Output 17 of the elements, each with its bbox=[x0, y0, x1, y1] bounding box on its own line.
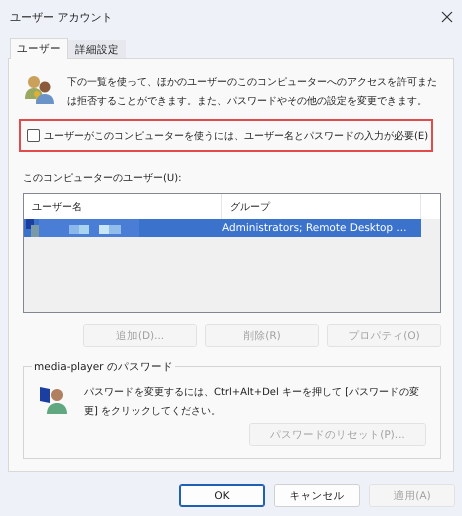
table-row[interactable]: Administrators; Remote Desktop ... bbox=[24, 219, 421, 237]
tab[interactable]: ユーザー bbox=[10, 38, 68, 59]
users-icon bbox=[23, 73, 55, 105]
user-icon bbox=[26, 219, 39, 237]
close-icon bbox=[440, 10, 454, 24]
window-title: ユーザー アカウント bbox=[10, 10, 112, 24]
button[interactable]: OK bbox=[179, 484, 265, 507]
close-button[interactable] bbox=[440, 10, 454, 24]
checkbox-label: ユーザーがこのコンピューターを使うには、ユーザー名とパスワードの入力が必要(E) bbox=[44, 130, 428, 142]
group-title: media-player のパスワード bbox=[32, 360, 175, 374]
button[interactable]: キャンセル bbox=[274, 484, 360, 507]
tab[interactable]: 詳細設定 bbox=[68, 40, 126, 58]
intro-text: 下の一覧を使って、ほかのユーザーのこのコンピューターへのアクセスを許可または拒否することができます。また、パスワードやその他の設定を変更できます。 bbox=[67, 76, 438, 109]
list-label: このコンピューターのユーザー(U): bbox=[23, 172, 182, 185]
password-hint: パスワードを変更するには、Ctrl+Alt+Del キーを押して [パスワードの変更] をクリックしてください。 bbox=[84, 386, 420, 419]
table-cell: Administrators; Remote Desktop ... bbox=[222, 222, 406, 234]
checkbox[interactable] bbox=[27, 129, 40, 142]
